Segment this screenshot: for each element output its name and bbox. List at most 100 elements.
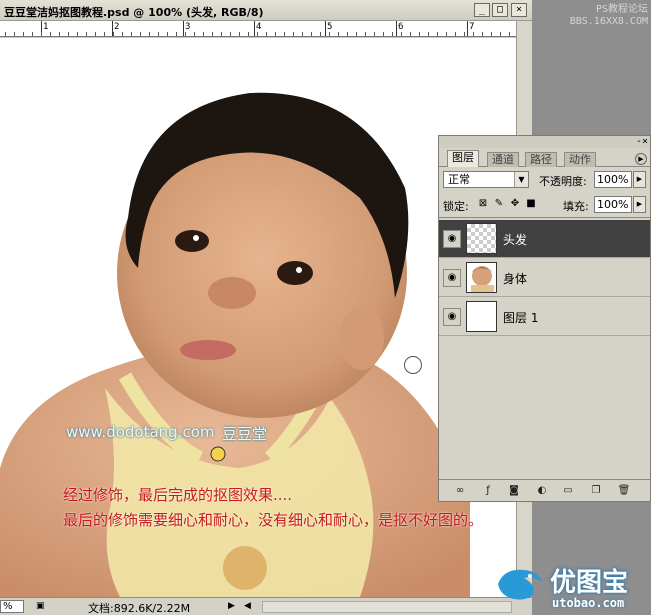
minimize-button[interactable]: _ bbox=[474, 3, 490, 17]
ruler-major-tick bbox=[467, 21, 468, 36]
horizontal-scrollbar[interactable] bbox=[262, 601, 512, 613]
layer-name: 身体 bbox=[503, 272, 528, 286]
link-layers-icon[interactable]: ∞ bbox=[453, 484, 467, 497]
ruler-minor-tick bbox=[230, 32, 231, 36]
eye-icon[interactable]: ◉ bbox=[443, 230, 461, 248]
ruler-minor-tick bbox=[410, 32, 411, 36]
lock-pixels-icon[interactable]: ✎ bbox=[493, 198, 505, 210]
opacity-label: 不透明度: bbox=[539, 175, 587, 188]
ruler-minor-tick bbox=[302, 32, 303, 36]
layer-name: 图层 1 bbox=[503, 311, 539, 325]
fill-input[interactable]: 100% bbox=[594, 196, 632, 213]
ruler-number: 4 bbox=[256, 22, 262, 32]
brush-cursor bbox=[404, 356, 422, 374]
ruler-minor-tick bbox=[32, 32, 33, 36]
ruler-minor-tick bbox=[194, 32, 195, 36]
ruler-minor-tick bbox=[95, 32, 96, 36]
status-bar: % ▣ 文档:892.6K/2.22M ▶ ◀ bbox=[0, 597, 532, 615]
ruler-minor-tick bbox=[464, 32, 465, 36]
bee-logo bbox=[210, 446, 226, 462]
layer-mask-icon[interactable]: ◙ bbox=[507, 484, 521, 497]
ruler-minor-tick bbox=[428, 32, 429, 36]
ruler-minor-tick bbox=[446, 32, 447, 36]
layer-row-hair[interactable]: ◉ 头发 bbox=[439, 220, 650, 258]
ruler-number: 3 bbox=[185, 22, 191, 32]
adjustment-layer-icon[interactable]: ◐ bbox=[535, 484, 549, 497]
mouth bbox=[180, 340, 236, 360]
ruler-minor-tick bbox=[437, 32, 438, 36]
eye-icon[interactable]: ◉ bbox=[443, 308, 461, 326]
ruler-number: 2 bbox=[114, 22, 120, 32]
ruler-minor-tick bbox=[104, 32, 105, 36]
new-group-icon[interactable]: ▭ bbox=[561, 484, 575, 497]
forum-watermark: PS教程论坛 BBS.16XX8.COM bbox=[568, 4, 648, 28]
chevron-down-icon[interactable]: ▼ bbox=[514, 172, 528, 187]
layer-style-icon[interactable]: ƒ bbox=[481, 484, 495, 497]
lock-transparency-icon[interactable]: ⊠ bbox=[477, 198, 489, 210]
panel-footer: ∞ ƒ ◙ ◐ ▭ ❐ 🗑 bbox=[439, 479, 650, 501]
tab-channels[interactable]: 通道 bbox=[487, 152, 519, 167]
ruler-number: 1 bbox=[43, 22, 49, 32]
caption-line-2: 最后的修饰需要细心和耐心，没有细心和耐心，是抠不好图的。 bbox=[63, 511, 484, 529]
ruler-minor-tick bbox=[122, 32, 123, 36]
ear-shape bbox=[340, 306, 384, 370]
panel-close-icon[interactable]: -× bbox=[636, 136, 648, 147]
opacity-slider-icon[interactable]: ▶ bbox=[633, 171, 646, 188]
site-brand-text: 豆豆堂 bbox=[222, 425, 268, 443]
forum-line-1: PS教程论坛 bbox=[595, 4, 648, 15]
panel-tabs: 图层 通道 路径 动作 ▶ bbox=[439, 150, 650, 167]
ruler-minor-tick bbox=[320, 32, 321, 36]
tab-paths[interactable]: 路径 bbox=[525, 152, 557, 167]
ruler-major-tick bbox=[325, 21, 326, 36]
ruler-minor-tick bbox=[482, 32, 483, 36]
panel-header[interactable]: -× bbox=[439, 136, 650, 148]
ruler-minor-tick bbox=[383, 32, 384, 36]
ruler-minor-tick bbox=[491, 32, 492, 36]
body-thumbnail-image bbox=[467, 263, 496, 292]
eye-icon[interactable]: ◉ bbox=[443, 269, 461, 287]
fill-slider-icon[interactable]: ▶ bbox=[633, 196, 646, 213]
ruler-minor-tick bbox=[509, 32, 510, 36]
panel-menu-icon[interactable]: ▶ bbox=[635, 153, 647, 165]
tab-layers[interactable]: 图层 bbox=[447, 150, 479, 167]
lock-label: 锁定: bbox=[443, 200, 469, 213]
ruler-minor-tick bbox=[68, 32, 69, 36]
maximize-button[interactable]: □ bbox=[492, 3, 508, 17]
status-arrow-icon[interactable]: ▶ bbox=[228, 601, 235, 611]
layer-thumbnail bbox=[466, 262, 497, 293]
horizontal-ruler[interactable]: 1 2 3 4 5 6 7 bbox=[0, 21, 516, 37]
layers-list: ◉ 头发 ◉ 身体 ◉ 图层 1 bbox=[439, 217, 650, 477]
ruler-minor-tick bbox=[239, 32, 240, 36]
layer-row-body[interactable]: ◉ 身体 bbox=[439, 259, 650, 297]
ruler-minor-tick bbox=[221, 32, 222, 36]
scroll-left-icon[interactable]: ◀ bbox=[244, 601, 251, 611]
status-menu-icon[interactable]: ▣ bbox=[36, 601, 45, 611]
watermark-text: 优图宝 bbox=[550, 568, 629, 598]
ruler-minor-tick bbox=[266, 32, 267, 36]
close-button[interactable]: × bbox=[511, 3, 527, 17]
lock-all-icon[interactable]: ■ bbox=[525, 198, 537, 210]
left-eye bbox=[175, 230, 209, 252]
ruler-minor-tick bbox=[257, 32, 258, 36]
tab-actions[interactable]: 动作 bbox=[564, 152, 596, 167]
zoom-field[interactable]: % bbox=[0, 600, 24, 613]
ruler-number: 7 bbox=[469, 22, 475, 32]
lock-position-icon[interactable]: ✥ bbox=[509, 198, 521, 210]
document-title: 豆豆堂洁妈抠图教程.psd @ 100% (头发, RGB/8) bbox=[4, 6, 264, 19]
fill-label: 填充: bbox=[563, 200, 589, 213]
ruler-minor-tick bbox=[113, 32, 114, 36]
document-titlebar[interactable]: 豆豆堂洁妈抠图教程.psd @ 100% (头发, RGB/8) _ □ × bbox=[0, 0, 532, 21]
ruler-number: 6 bbox=[398, 22, 404, 32]
layer-row-layer1[interactable]: ◉ 图层 1 bbox=[439, 298, 650, 336]
forum-line-2: BBS.16XX8.COM bbox=[569, 16, 648, 27]
right-eye bbox=[277, 261, 313, 285]
trash-icon[interactable]: 🗑 bbox=[617, 484, 631, 497]
ruler-minor-tick bbox=[50, 32, 51, 36]
ruler-minor-tick bbox=[392, 32, 393, 36]
new-layer-icon[interactable]: ❐ bbox=[589, 484, 603, 497]
blend-mode-select[interactable]: 正常 ▼ bbox=[443, 171, 529, 188]
bib-bear bbox=[223, 546, 267, 590]
opacity-input[interactable]: 100% bbox=[594, 171, 632, 188]
ruler-minor-tick bbox=[329, 32, 330, 36]
ruler-minor-tick bbox=[212, 32, 213, 36]
